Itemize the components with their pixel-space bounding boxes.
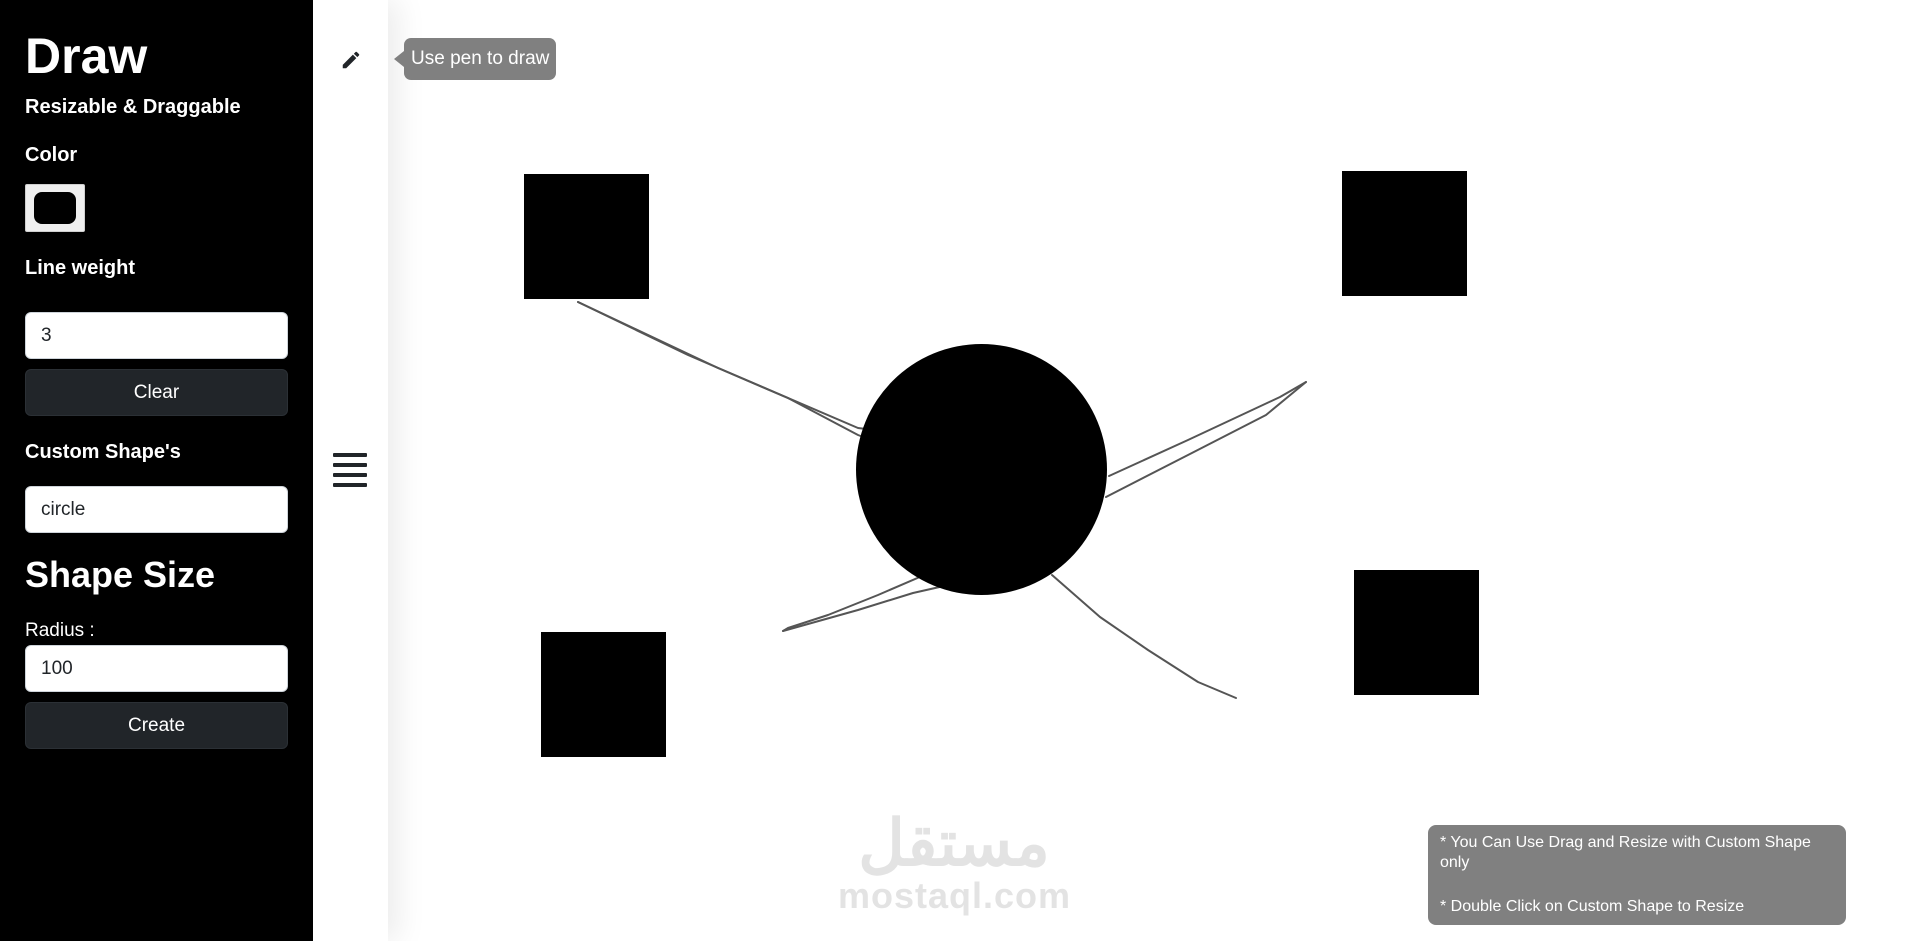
square-top-left[interactable]: [524, 174, 649, 299]
stroke-bottom-left: [782, 569, 937, 632]
square-bottom-left[interactable]: [541, 632, 666, 757]
shape-size-heading: Shape Size: [25, 554, 216, 595]
freehand-strokes: [577, 301, 1307, 699]
create-button[interactable]: Create: [25, 702, 288, 749]
sidebar: Draw Resizable & Draggable Color Line we…: [0, 0, 313, 941]
color-label: Color: [25, 144, 78, 166]
watermark-latin: mostaql.com: [838, 875, 1072, 916]
square-bottom-right[interactable]: [1354, 570, 1479, 695]
radius-label: Radius :: [25, 620, 95, 641]
app-title: Draw: [25, 28, 148, 84]
watermark-arabic: مستقل: [858, 807, 1050, 879]
radius-input[interactable]: [25, 645, 288, 692]
drawing-canvas[interactable]: [388, 0, 1909, 941]
watermark-logo: مستقل mostaql.com: [838, 808, 1070, 914]
app-subtitle: Resizable & Draggable: [25, 96, 241, 118]
hamburger-menu-icon[interactable]: [331, 450, 371, 492]
stroke-bottom-left-return: [782, 585, 945, 632]
info-box: * You Can Use Drag and Resize with Custo…: [1428, 825, 1846, 925]
custom-shape-select[interactable]: [25, 486, 288, 533]
stroke-bottom-right: [1051, 574, 1237, 699]
line-weight-input[interactable]: [25, 312, 288, 359]
clear-button[interactable]: Clear: [25, 369, 288, 416]
pencil-icon[interactable]: [333, 38, 369, 82]
drawing-app: Draw Resizable & Draggable Color Line we…: [0, 0, 1909, 941]
center-circle[interactable]: [856, 344, 1107, 595]
info-line-drag: * You Can Use Drag and Resize with Custo…: [1440, 834, 1811, 871]
color-picker[interactable]: [25, 184, 85, 232]
color-swatch-fill: [34, 192, 76, 224]
custom-shape-label: Custom Shape's: [25, 441, 181, 463]
info-line-resize: * Double Click on Custom Shape to Resize: [1440, 898, 1745, 915]
line-weight-label: Line weight: [25, 257, 135, 279]
stroke-right-upper: [1108, 381, 1307, 477]
stroke-top-left-return: [577, 301, 891, 433]
square-top-right[interactable]: [1342, 171, 1467, 296]
tool-strip: [313, 0, 388, 941]
